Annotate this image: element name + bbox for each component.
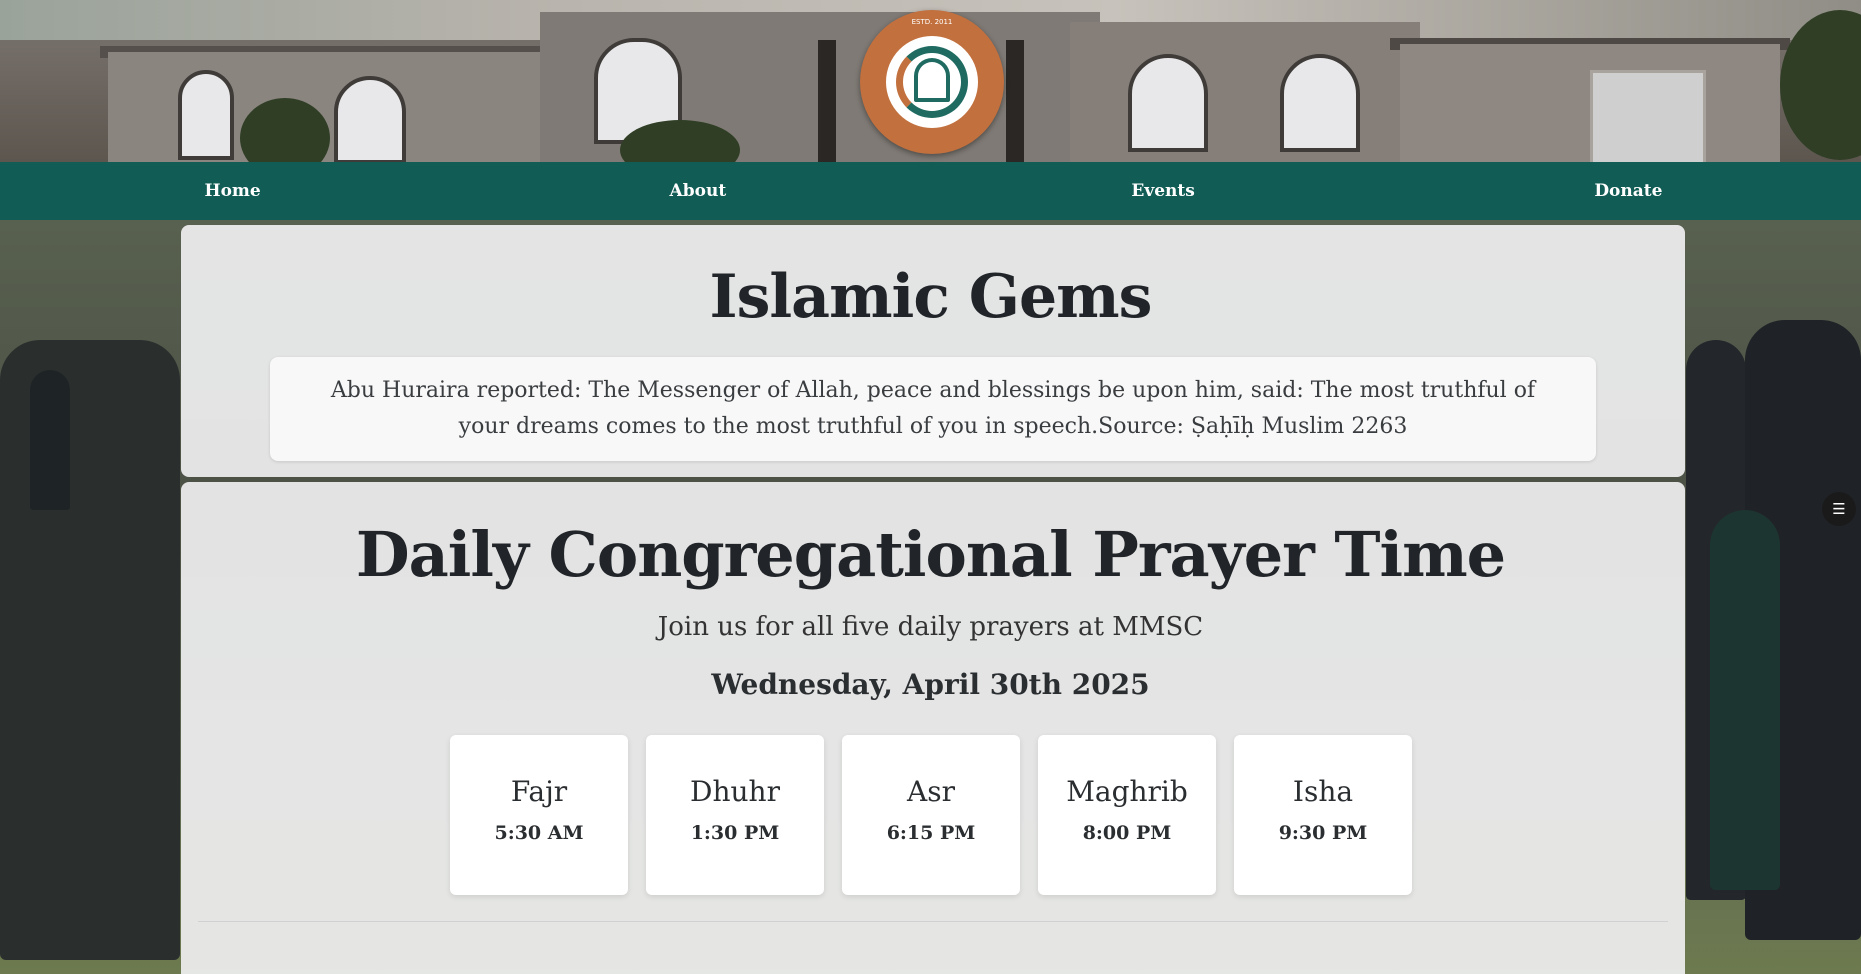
prayer-time: 5:30 AM bbox=[494, 822, 584, 844]
hadith-quote-box: Abu Huraira reported: The Messenger of A… bbox=[270, 357, 1596, 461]
prayer-card-maghrib: Maghrib 8:00 PM bbox=[1038, 735, 1216, 895]
prayer-time: 6:15 PM bbox=[886, 822, 976, 844]
nav-about[interactable]: About bbox=[465, 162, 930, 220]
list-settings-icon[interactable]: ☰ bbox=[1822, 492, 1856, 526]
prayer-name: Isha bbox=[1292, 775, 1354, 808]
prayer-card-dhuhr: Dhuhr 1:30 PM bbox=[646, 735, 824, 895]
prayer-time: 1:30 PM bbox=[690, 822, 780, 844]
prayer-card-asr: Asr 6:15 PM bbox=[842, 735, 1020, 895]
prayer-times-subtitle: Join us for all five daily prayers at MM… bbox=[657, 612, 1204, 642]
nav-donate[interactable]: Donate bbox=[1396, 162, 1861, 220]
prayer-card-isha: Isha 9:30 PM bbox=[1234, 735, 1412, 895]
prayer-name: Maghrib bbox=[1066, 775, 1188, 808]
main-nav: Home About Events Donate bbox=[0, 162, 1861, 220]
mosque-icon bbox=[914, 58, 950, 102]
nav-home[interactable]: Home bbox=[0, 162, 465, 220]
islamic-gems-title: Islamic Gems bbox=[709, 262, 1153, 332]
page: ESTD. 2011 Home About Events Donate Isla… bbox=[0, 0, 1861, 974]
logo-estd-text: ESTD. 2011 bbox=[911, 18, 953, 26]
prayer-name: Fajr bbox=[510, 775, 568, 808]
prayer-name: Asr bbox=[907, 775, 955, 808]
prayer-name: Dhuhr bbox=[690, 775, 780, 808]
nav-events[interactable]: Events bbox=[931, 162, 1396, 220]
prayer-time: 8:00 PM bbox=[1082, 822, 1172, 844]
prayer-date: Wednesday, April 30th 2025 bbox=[711, 668, 1150, 701]
prayer-times-list: Fajr 5:30 AM Dhuhr 1:30 PM Asr 6:15 PM M… bbox=[450, 735, 1412, 895]
prayer-times-title: Daily Congregational Prayer Time bbox=[355, 518, 1506, 591]
section-divider bbox=[198, 921, 1668, 922]
hadith-quote-text: Abu Huraira reported: The Messenger of A… bbox=[330, 378, 1536, 439]
prayer-time: 9:30 PM bbox=[1278, 822, 1368, 844]
mmsc-logo[interactable]: ESTD. 2011 bbox=[860, 10, 1004, 154]
prayer-card-fajr: Fajr 5:30 AM bbox=[450, 735, 628, 895]
